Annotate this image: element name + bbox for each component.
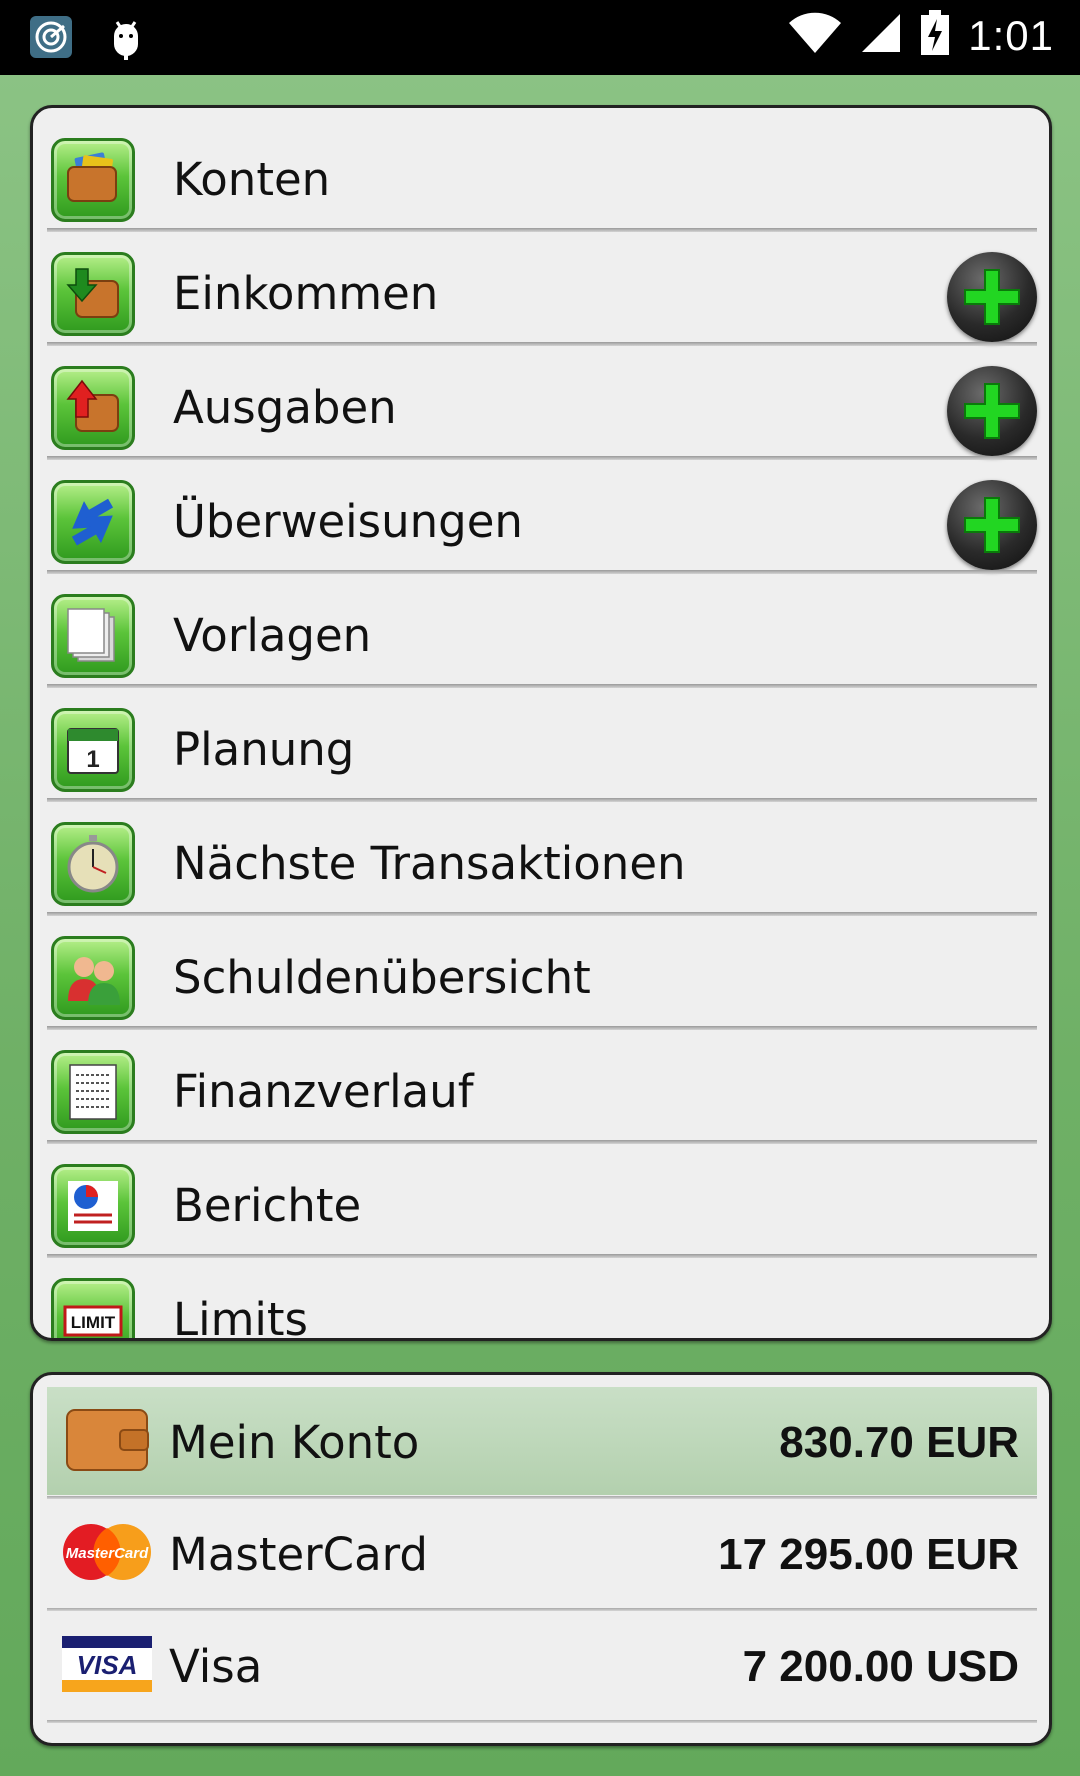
menu-item-vorlagen[interactable]: Vorlagen: [33, 574, 1049, 688]
templates-pages-icon: [51, 594, 135, 678]
svg-text:1: 1: [86, 746, 99, 773]
plus-icon: [964, 269, 1020, 325]
document-icon: [51, 1050, 135, 1134]
wallet-income-icon: [51, 252, 135, 336]
accounts-panel: Mein Konto 830.70 EUR MasterCard MasterC…: [30, 1372, 1052, 1746]
menu-label: Berichte: [173, 1179, 362, 1232]
limit-icon-text: LIMIT: [71, 1313, 116, 1332]
account-balance: 830.70 EUR: [779, 1418, 1019, 1467]
menu-item-planung[interactable]: 1 Planung: [33, 688, 1049, 802]
menu-label: Konten: [173, 153, 331, 206]
divider: [47, 1720, 1037, 1723]
app-notification-icon: [28, 14, 74, 65]
menu-item-schuldenuebersicht[interactable]: Schuldenübersicht: [33, 916, 1049, 1030]
account-row-mastercard[interactable]: MasterCard MasterCard 17 295.00 EUR: [47, 1499, 1037, 1611]
menu-label: Vorlagen: [173, 609, 372, 662]
battery-charging-icon: [920, 10, 950, 61]
add-income-button[interactable]: [947, 252, 1037, 342]
menu-label: Finanzverlauf: [173, 1065, 474, 1118]
menu-label: Limits: [173, 1293, 308, 1341]
menu-item-konten[interactable]: Konten: [33, 118, 1049, 232]
visa-logo-text: VISA: [77, 1650, 138, 1680]
mastercard-logo-icon: MasterCard: [61, 1517, 153, 1587]
menu-item-einkommen[interactable]: Einkommen: [33, 232, 1049, 346]
people-icon: [51, 936, 135, 1020]
menu-label: Planung: [173, 723, 355, 776]
calendar-icon: 1: [51, 708, 135, 792]
account-balance: 7 200.00 USD: [742, 1642, 1019, 1691]
account-balance: 17 295.00 EUR: [718, 1530, 1019, 1579]
stopwatch-icon: [51, 822, 135, 906]
menu-item-naechste-transaktionen[interactable]: Nächste Transaktionen: [33, 802, 1049, 916]
menu-item-ausgaben[interactable]: Ausgaben: [33, 346, 1049, 460]
main-menu-panel: Konten Einkommen Ausgaben Überweisungen …: [30, 105, 1052, 1341]
account-row-mein-konto[interactable]: Mein Konto 830.70 EUR: [47, 1387, 1037, 1499]
wallet-expense-icon: [51, 366, 135, 450]
plus-icon: [964, 497, 1020, 553]
menu-item-ueberweisungen[interactable]: Überweisungen: [33, 460, 1049, 574]
menu-label: Ausgaben: [173, 381, 397, 434]
add-transfer-button[interactable]: [947, 480, 1037, 570]
wallet-cards-icon: [51, 138, 135, 222]
menu-item-limits[interactable]: LIMIT Limits: [33, 1258, 1049, 1341]
plus-icon: [964, 383, 1020, 439]
menu-item-finanzverlauf[interactable]: Finanzverlauf: [33, 1030, 1049, 1144]
account-name: Visa: [169, 1640, 263, 1693]
menu-label: Nächste Transaktionen: [173, 837, 686, 890]
wallet-icon: [61, 1405, 153, 1475]
account-row-visa[interactable]: VISA Visa 7 200.00 USD: [47, 1611, 1037, 1723]
menu-label: Einkommen: [173, 267, 439, 320]
transfer-arrows-icon: [51, 480, 135, 564]
account-name: MasterCard: [169, 1528, 428, 1581]
pie-report-icon: [51, 1164, 135, 1248]
menu-item-berichte[interactable]: Berichte: [33, 1144, 1049, 1258]
clock: 1:01: [968, 11, 1054, 59]
android-debug-icon: [108, 14, 144, 65]
account-name: Mein Konto: [169, 1416, 420, 1469]
mastercard-logo-text: MasterCard: [66, 1545, 149, 1562]
cell-signal-icon: [860, 12, 902, 59]
visa-logo-icon: VISA: [61, 1629, 153, 1699]
menu-label: Schuldenübersicht: [173, 951, 591, 1004]
status-bar: 1:01: [0, 0, 1080, 75]
add-expense-button[interactable]: [947, 366, 1037, 456]
menu-label: Überweisungen: [173, 495, 523, 548]
wifi-icon: [788, 11, 842, 60]
limit-icon: LIMIT: [51, 1278, 135, 1338]
